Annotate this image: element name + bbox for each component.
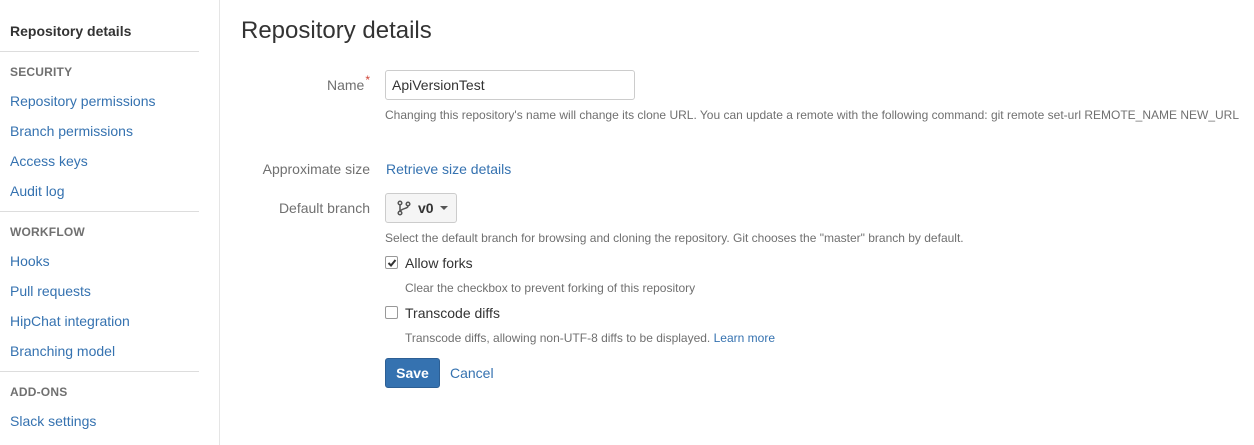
default-branch-label: Default branch xyxy=(278,200,370,216)
allow-forks-label[interactable]: Allow forks xyxy=(405,255,473,271)
sidebar-divider xyxy=(0,211,199,212)
sidebar-item-repository-details[interactable]: Repository details xyxy=(10,23,131,39)
checkmark-icon xyxy=(387,258,396,267)
chevron-down-icon xyxy=(439,206,448,210)
name-description: Changing this repository's name will cha… xyxy=(385,108,1240,122)
sidebar-item-hooks[interactable]: Hooks xyxy=(10,253,50,269)
sidebar-item-repository-permissions[interactable]: Repository permissions xyxy=(10,93,156,109)
sidebar-heading-workflow: WORKFLOW xyxy=(10,225,85,239)
repository-name-input[interactable] xyxy=(385,70,635,100)
sidebar-item-audit-log[interactable]: Audit log xyxy=(10,183,64,199)
allow-forks-description: Clear the checkbox to prevent forking of… xyxy=(405,281,696,295)
transcode-diffs-description: Transcode diffs, allowing non-UTF-8 diff… xyxy=(405,331,775,345)
sidebar-heading-security: SECURITY xyxy=(10,65,73,79)
sidebar-item-branch-permissions[interactable]: Branch permissions xyxy=(10,123,133,139)
sidebar-item-hipchat-integration[interactable]: HipChat integration xyxy=(10,313,130,329)
sidebar-item-pull-requests[interactable]: Pull requests xyxy=(10,283,91,299)
transcode-diffs-label[interactable]: Transcode diffs xyxy=(405,305,500,321)
cancel-link[interactable]: Cancel xyxy=(450,365,494,381)
approximate-size-label: Approximate size xyxy=(262,161,370,177)
page-title: Repository details xyxy=(241,17,432,44)
allow-forks-checkbox[interactable] xyxy=(385,256,398,269)
sidebar-divider xyxy=(0,371,199,372)
transcode-diffs-checkbox[interactable] xyxy=(385,306,398,319)
sidebar-divider xyxy=(0,51,199,52)
name-label: Name* xyxy=(326,73,370,93)
retrieve-size-link[interactable]: Retrieve size details xyxy=(386,161,511,177)
sidebar-item-access-keys[interactable]: Access keys xyxy=(10,153,88,169)
sidebar-heading-add-ons: ADD-ONS xyxy=(10,385,68,399)
default-branch-value: v0 xyxy=(418,200,434,216)
transcode-diffs-description-text: Transcode diffs, allowing non-UTF-8 diff… xyxy=(405,331,711,345)
learn-more-link[interactable]: Learn more xyxy=(714,331,775,345)
sidebar-item-branching-model[interactable]: Branching model xyxy=(10,343,115,359)
sidebar: Repository details SECURITY Repository p… xyxy=(0,0,220,445)
name-label-text: Name xyxy=(326,77,365,93)
default-branch-description: Select the default branch for browsing a… xyxy=(385,231,964,245)
branch-icon xyxy=(396,200,412,216)
sidebar-item-slack-settings[interactable]: Slack settings xyxy=(10,413,96,429)
save-button[interactable]: Save xyxy=(385,358,440,388)
default-branch-selector[interactable]: v0 xyxy=(385,193,457,223)
required-marker: * xyxy=(365,73,370,87)
